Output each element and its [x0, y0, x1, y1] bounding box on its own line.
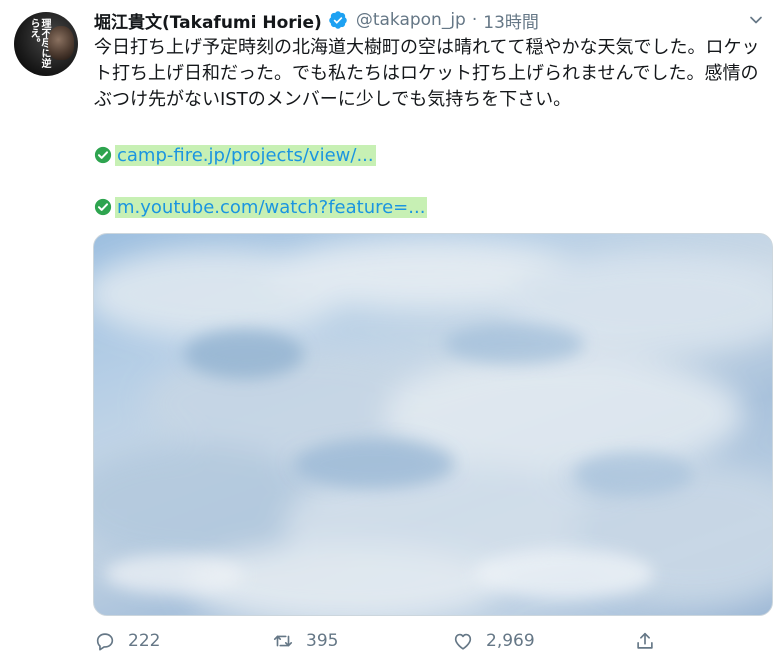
author-handle[interactable]: @takapon_jp — [356, 10, 466, 30]
tweet-actions: 222 395 2,969 — [94, 626, 754, 656]
header-separator: · — [471, 10, 478, 30]
avatar-text: 理不尽に逆らえ。 — [28, 18, 50, 68]
reply-button[interactable]: 222 — [94, 626, 160, 656]
sky-clouds-image — [94, 239, 772, 615]
chevron-down-icon[interactable] — [746, 10, 766, 30]
like-count: 2,969 — [486, 631, 535, 651]
tweet-card: 理不尽に逆らえ。 堀江貴文(Takafumi Horie) @takapon_j… — [0, 0, 780, 666]
tweet-text: 今日打ち上げ予定時刻の北海道大樹町の空は晴れてて穏やかな天気でした。ロケット打ち… — [94, 37, 760, 110]
link-campfire[interactable]: camp-fire.jp/projects/view/... — [115, 144, 376, 166]
reply-icon — [96, 633, 114, 651]
link-row: m.youtube.com/watch?feature=... — [94, 194, 428, 220]
tweet-photo[interactable] — [93, 233, 773, 616]
avatar[interactable]: 理不尽に逆らえ。 — [14, 12, 78, 76]
verified-badge-icon — [328, 10, 348, 30]
tweet-header: 堀江貴文(Takafumi Horie) @takapon_jp · 13時間 — [94, 6, 539, 34]
retweet-count: 395 — [306, 631, 339, 651]
link-row: camp-fire.jp/projects/view/... — [94, 142, 376, 168]
reply-count: 222 — [128, 631, 161, 651]
retweet-icon — [273, 635, 293, 647]
like-button[interactable]: 2,969 — [452, 626, 535, 656]
link-youtube[interactable]: m.youtube.com/watch?feature=... — [115, 196, 428, 218]
share-icon — [637, 632, 653, 649]
share-button[interactable] — [634, 626, 668, 656]
heart-icon — [454, 633, 472, 650]
author-name[interactable]: 堀江貴文(Takafumi Horie) — [94, 8, 322, 33]
check-circle-icon — [94, 146, 112, 164]
tweet-timestamp[interactable]: 13時間 — [483, 8, 539, 33]
check-circle-icon — [94, 198, 112, 216]
retweet-button[interactable]: 395 — [272, 626, 338, 656]
avatar-face — [48, 26, 74, 60]
